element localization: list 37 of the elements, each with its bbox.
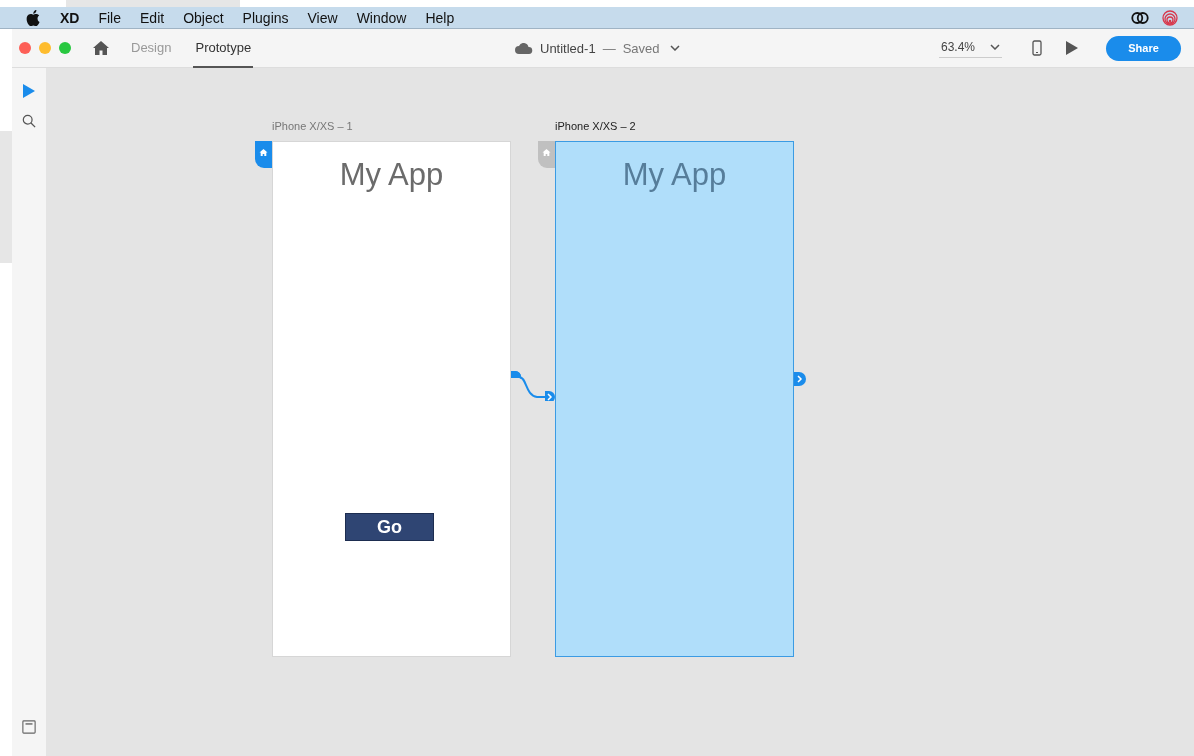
artboard-label[interactable]: iPhone X/XS – 1	[272, 120, 353, 132]
menu-item[interactable]: Help	[425, 9, 455, 26]
separator-dash: —	[602, 40, 616, 56]
app-title: My App	[622, 157, 727, 193]
go-button[interactable]: Go	[345, 513, 434, 541]
app-menu[interactable]: XD	[60, 9, 80, 26]
document-title: Untitled-1	[540, 40, 596, 56]
save-status: Saved	[622, 40, 660, 56]
share-button[interactable]: Share	[1106, 35, 1181, 61]
cloud-rings-icon[interactable]	[1130, 9, 1150, 26]
cloud-icon	[515, 42, 533, 54]
zoom-button[interactable]	[59, 42, 71, 54]
app-title: My App	[339, 157, 444, 193]
apple-icon[interactable]	[26, 9, 40, 26]
chevron-down-icon[interactable]	[669, 45, 680, 51]
menu-item[interactable]: View	[307, 9, 338, 26]
play-icon[interactable]	[1066, 41, 1078, 55]
home-tag-icon[interactable]	[538, 141, 555, 168]
artboard-label[interactable]: iPhone X/XS – 2	[555, 120, 636, 132]
menu-item[interactable]: File	[98, 9, 121, 26]
home-icon[interactable]	[93, 41, 109, 55]
chevron-down-icon	[990, 44, 1000, 50]
menu-item[interactable]: Window	[356, 9, 407, 26]
close-button[interactable]	[19, 42, 31, 54]
phone-icon[interactable]	[1032, 40, 1042, 56]
search-icon[interactable]	[22, 114, 36, 128]
menu-item[interactable]: Plugins	[242, 9, 289, 26]
spiral-icon[interactable]	[1160, 9, 1180, 26]
connector-wire[interactable]	[511, 371, 556, 401]
zoom-dropdown[interactable]: 63.4%	[938, 38, 1002, 58]
panel-icon[interactable]	[22, 720, 36, 734]
artboard[interactable]: My App Go	[272, 141, 511, 657]
menu-item[interactable]: Edit	[140, 9, 165, 26]
menu-item[interactable]: Object	[183, 9, 224, 26]
home-tag-icon[interactable]	[255, 141, 272, 168]
select-arrow-icon[interactable]	[22, 84, 36, 98]
chevron-handle-icon[interactable]	[794, 372, 806, 386]
